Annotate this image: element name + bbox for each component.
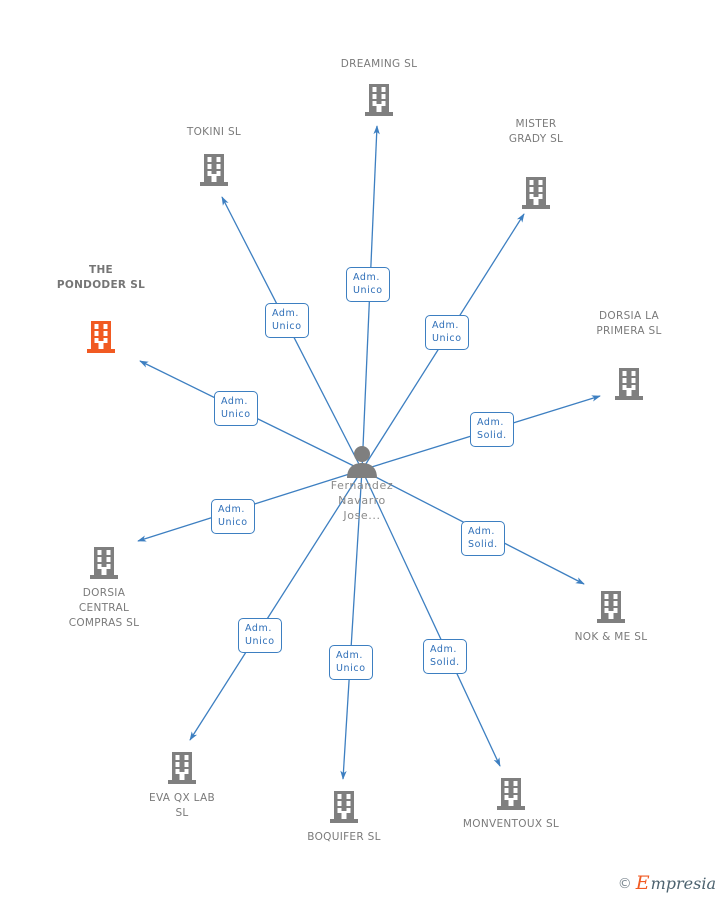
center-node-person[interactable]: Fernandez Navarro Jose... bbox=[287, 444, 437, 523]
watermark: © E mpresia bbox=[618, 874, 716, 893]
company-label-tokini[interactable]: TOKINI SL bbox=[139, 125, 289, 140]
building-icon bbox=[87, 321, 115, 353]
company-label-text: DREAMING SL bbox=[340, 58, 418, 70]
brand-initial: E bbox=[635, 872, 650, 894]
company-label-text: EVA QX LAB SL bbox=[149, 792, 215, 819]
building-icon bbox=[365, 84, 393, 116]
company-label-mistergrady[interactable]: MISTER GRADY SL bbox=[461, 117, 611, 147]
edge-label-dorsialaprimera[interactable]: Adm. Solid. bbox=[470, 412, 514, 447]
company-node-boquifer[interactable] bbox=[269, 790, 419, 824]
company-label-text: NOK & ME SL bbox=[574, 631, 648, 643]
brand-name: mpresia bbox=[650, 873, 716, 893]
company-node-tokini[interactable] bbox=[139, 153, 289, 187]
company-node-evaqxlab[interactable] bbox=[107, 751, 257, 785]
edge-label-tokini[interactable]: Adm. Unico bbox=[265, 303, 309, 338]
edge-label-mistergrady[interactable]: Adm. Unico bbox=[425, 315, 469, 350]
company-label-text: BOQUIFER SL bbox=[307, 831, 381, 843]
edge-label-pondoder[interactable]: Adm. Unico bbox=[214, 391, 258, 426]
company-label-dreaming[interactable]: DREAMING SL bbox=[304, 57, 454, 72]
company-node-mistergrady[interactable] bbox=[461, 176, 611, 210]
company-node-monventoux[interactable] bbox=[436, 777, 586, 811]
edge-label-dreaming[interactable]: Adm. Unico bbox=[346, 267, 390, 302]
company-label-text: THE PONDODER SL bbox=[56, 264, 146, 291]
relationship-diagram-canvas: Fernandez Navarro Jose... DREAMING SL TOKI… bbox=[0, 0, 728, 905]
company-label-text: DORSIA LA PRIMERA SL bbox=[596, 310, 662, 337]
building-icon bbox=[597, 591, 625, 623]
edge-label-boquifer[interactable]: Adm. Unico bbox=[329, 645, 373, 680]
company-label-boquifer[interactable]: BOQUIFER SL bbox=[269, 830, 419, 845]
company-node-dorsiacentral[interactable] bbox=[29, 546, 179, 580]
building-icon bbox=[90, 547, 118, 579]
edge-label-monventoux[interactable]: Adm. Solid. bbox=[423, 639, 467, 674]
building-icon bbox=[615, 368, 643, 400]
company-label-text: DORSIA CENTRAL COMPRAS SL bbox=[68, 587, 140, 629]
company-label-dorsialaprimera[interactable]: DORSIA LA PRIMERA SL bbox=[554, 309, 704, 339]
company-label-text: MONVENTOUX SL bbox=[462, 818, 560, 830]
company-node-dreaming[interactable] bbox=[304, 83, 454, 117]
company-node-dorsialaprimera[interactable] bbox=[554, 367, 704, 401]
company-node-nokme[interactable] bbox=[536, 590, 686, 624]
center-node-label: Fernandez Navarro Jose... bbox=[330, 479, 394, 522]
company-label-text: TOKINI SL bbox=[186, 126, 242, 138]
edge-label-dorsiacentral[interactable]: Adm. Unico bbox=[211, 499, 255, 534]
building-icon bbox=[330, 791, 358, 823]
company-label-text: MISTER GRADY SL bbox=[508, 118, 564, 145]
company-label-dorsiacentral[interactable]: DORSIA CENTRAL COMPRAS SL bbox=[29, 586, 179, 631]
building-icon bbox=[200, 154, 228, 186]
edge-label-evaqxlab[interactable]: Adm. Unico bbox=[238, 618, 282, 653]
building-icon bbox=[168, 752, 196, 784]
building-icon bbox=[497, 778, 525, 810]
person-icon bbox=[347, 446, 377, 478]
company-label-monventoux[interactable]: MONVENTOUX SL bbox=[436, 817, 586, 832]
edge-label-nokme[interactable]: Adm. Solid. bbox=[461, 521, 505, 556]
company-label-nokme[interactable]: NOK & ME SL bbox=[536, 630, 686, 645]
company-node-pondoder[interactable] bbox=[26, 320, 176, 354]
company-label-evaqxlab[interactable]: EVA QX LAB SL bbox=[107, 791, 257, 821]
company-label-pondoder[interactable]: THE PONDODER SL bbox=[26, 263, 176, 293]
copyright-symbol: © bbox=[617, 875, 632, 892]
building-icon bbox=[522, 177, 550, 209]
